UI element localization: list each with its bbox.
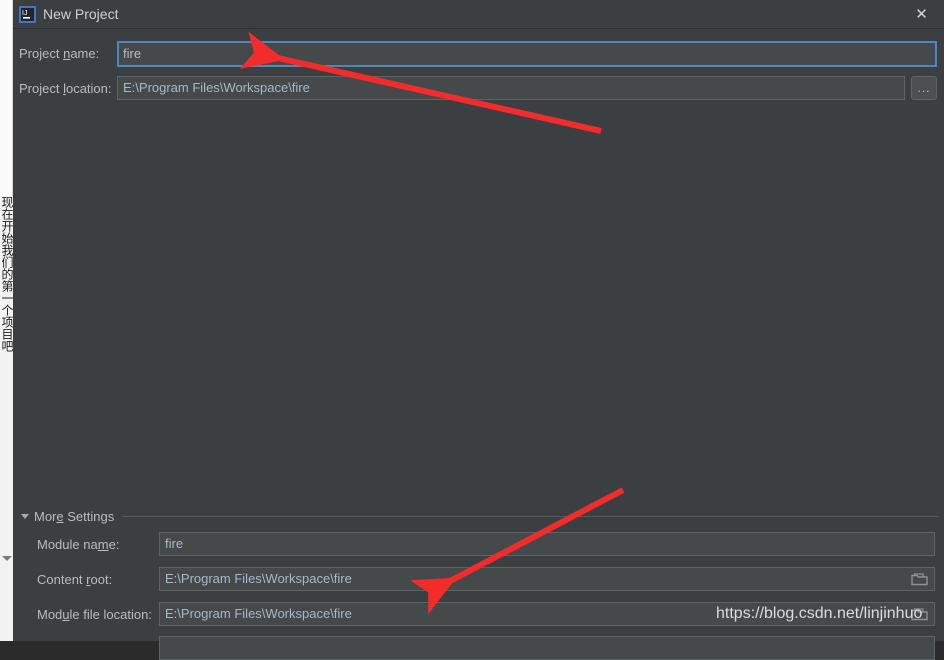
- dialog-body: Project name: fire Project location: E:\…: [13, 29, 944, 660]
- project-location-input[interactable]: E:\Program Files\Workspace\fire: [117, 76, 905, 100]
- project-location-label: Project location:: [19, 81, 112, 96]
- module-file-location-label: Module file location:: [37, 607, 152, 622]
- project-location-browse-button[interactable]: ...: [911, 76, 937, 100]
- dialog-title: New Project: [43, 6, 119, 22]
- intellij-idea-icon: IJ: [19, 6, 36, 23]
- close-icon[interactable]: ✕: [899, 0, 944, 29]
- background-window-caret-icon: [2, 556, 12, 561]
- svg-text:IJ: IJ: [22, 10, 27, 17]
- content-root-label: Content root:: [37, 572, 113, 587]
- new-project-dialog: IJ New Project ✕ Project name: fire Proj…: [13, 0, 944, 660]
- content-root-input[interactable]: E:\Program Files\Workspace\fire: [159, 567, 935, 591]
- content-root-folder-icon[interactable]: [911, 572, 928, 586]
- watermark-text: https://blog.csdn.net/linjinhuo: [716, 605, 923, 622]
- background-window-sliver: 现在开始我们的第一个项目吧: [0, 0, 13, 641]
- more-settings-section-header[interactable]: More Settings: [21, 508, 939, 524]
- next-setting-input-clipped[interactable]: [159, 636, 935, 660]
- dialog-title-bar: IJ New Project ✕: [13, 0, 944, 29]
- background-window-panel: [0, 0, 13, 196]
- triangle-down-icon: [21, 513, 29, 519]
- module-name-label: Module name:: [37, 537, 120, 552]
- background-window-text: 现在开始我们的第一个项目吧: [0, 196, 13, 352]
- more-settings-divider: [122, 515, 939, 517]
- project-name-label: Project name:: [19, 46, 100, 61]
- module-name-input[interactable]: fire: [159, 532, 935, 556]
- project-name-input[interactable]: fire: [117, 41, 937, 67]
- more-settings-label: More Settings: [34, 508, 115, 524]
